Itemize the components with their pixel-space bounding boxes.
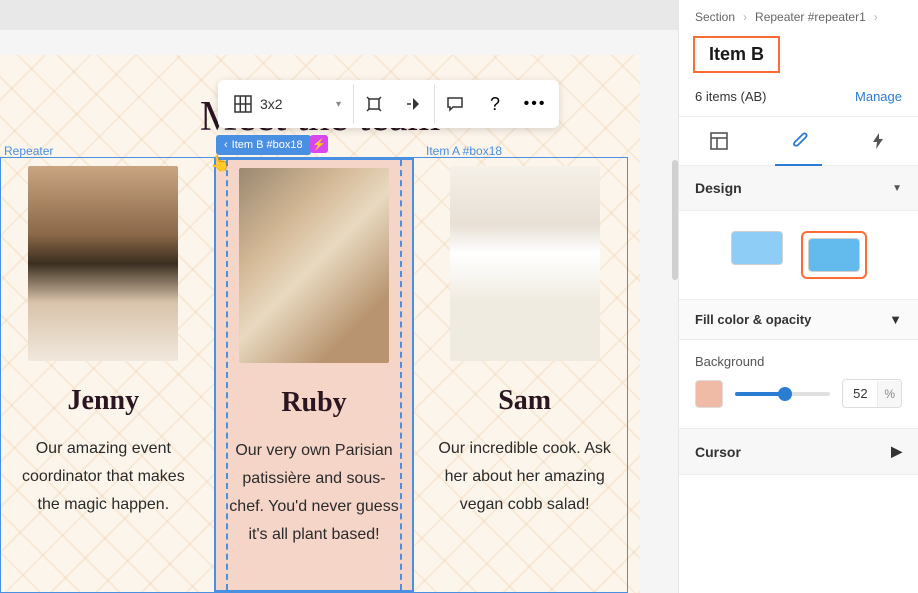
chevron-down-icon: ▼ <box>889 312 902 327</box>
manage-items-link[interactable]: Manage <box>855 89 902 104</box>
team-desc[interactable]: Our amazing event coordinator that makes… <box>11 435 196 519</box>
grid-icon <box>234 95 252 113</box>
fill-section-header[interactable]: Fill color & opacity ▼ <box>679 299 918 340</box>
repeater-item-ruby[interactable]: 👆 Ruby Our very own Parisian patissière … <box>214 158 415 592</box>
team-name[interactable]: Ruby <box>281 387 346 419</box>
layout-icon <box>709 131 729 151</box>
more-button[interactable]: ••• <box>515 84 555 124</box>
selection-tag-item-a[interactable]: Item A #box18 <box>426 144 502 158</box>
tab-interactions[interactable] <box>838 117 918 165</box>
chevron-down-icon: ▼ <box>892 183 902 194</box>
pointer-cursor-icon: 👆 <box>208 152 231 175</box>
design-label: Design <box>695 180 742 196</box>
editor-canvas: Meet the team Repeater ‹ Item B #box18 ⚡… <box>0 0 678 593</box>
slider-thumb[interactable] <box>778 387 792 401</box>
team-photo[interactable] <box>28 166 178 361</box>
animation-icon <box>404 95 424 113</box>
repeater-item-jenny[interactable]: Jenny Our amazing event coordinator that… <box>5 158 202 592</box>
cursor-section-header[interactable]: Cursor ▶ <box>679 428 918 475</box>
cursor-label: Cursor <box>695 444 741 460</box>
opacity-slider[interactable] <box>735 392 830 396</box>
preset-swatch-selected-frame <box>801 231 867 279</box>
breadcrumb-repeater[interactable]: Repeater #repeater1 <box>755 10 866 24</box>
team-desc[interactable]: Our very own Parisian patissière and sou… <box>222 437 407 549</box>
repeater-outline[interactable]: Jenny Our amazing event coordinator that… <box>0 157 628 593</box>
animation-button[interactable] <box>394 84 434 124</box>
inspector-panel: Section › Repeater #repeater1 › Item B 6… <box>678 0 918 593</box>
team-photo[interactable] <box>239 168 389 363</box>
chevron-down-icon: ▾ <box>336 99 341 110</box>
background-label: Background <box>695 354 902 369</box>
preset-swatch-2[interactable] <box>808 238 860 272</box>
background-color-swatch[interactable] <box>695 380 723 408</box>
help-icon: ? <box>490 94 500 115</box>
preset-swatch-1[interactable] <box>731 231 783 265</box>
grid-layout-selector[interactable]: 3x2 ▾ <box>222 84 354 124</box>
more-icon: ••• <box>524 95 547 113</box>
items-count: 6 items (AB) <box>695 89 767 104</box>
selected-item-title: Item B <box>693 36 780 73</box>
opacity-unit: % <box>877 381 901 407</box>
fill-label: Fill color & opacity <box>695 312 811 327</box>
floating-toolbar: 3x2 ▾ ? ••• <box>218 80 559 128</box>
chevron-right-icon: › <box>874 10 878 24</box>
repeater-label[interactable]: Repeater <box>4 144 53 158</box>
design-section-header[interactable]: Design ▼ <box>679 166 918 211</box>
tab-layout[interactable] <box>679 117 759 165</box>
chevron-right-icon: ▶ <box>891 443 902 460</box>
breadcrumb-section[interactable]: Section <box>695 10 735 24</box>
team-name[interactable]: Jenny <box>68 385 140 417</box>
stretch-icon <box>365 95 383 113</box>
comment-button[interactable] <box>435 84 475 124</box>
stretch-button[interactable] <box>354 84 394 124</box>
grid-value: 3x2 <box>260 96 320 112</box>
chevron-right-icon: › <box>743 10 747 24</box>
comment-icon <box>446 95 464 113</box>
repeater-item-sam[interactable]: Sam Our incredible cook. Ask her about h… <box>426 158 623 592</box>
background-control: Background 52 % <box>679 340 918 428</box>
preset-swatches <box>679 211 918 299</box>
selection-tag-item-b[interactable]: ‹ Item B #box18 <box>216 135 311 155</box>
team-photo[interactable] <box>450 166 600 361</box>
opacity-value[interactable]: 52 <box>843 380 877 407</box>
selection-tag-text: Item B #box18 <box>232 139 303 151</box>
opacity-input[interactable]: 52 % <box>842 379 902 408</box>
breadcrumb[interactable]: Section › Repeater #repeater1 › <box>679 0 918 34</box>
interactions-badge[interactable]: ⚡ <box>310 135 328 153</box>
help-button[interactable]: ? <box>475 84 515 124</box>
team-name[interactable]: Sam <box>498 385 551 417</box>
brush-icon <box>789 131 809 151</box>
tab-design[interactable] <box>759 117 839 165</box>
team-desc[interactable]: Our incredible cook. Ask her about her a… <box>432 435 617 519</box>
inspector-tabs <box>679 117 918 166</box>
editor-chrome-top <box>0 0 678 30</box>
page-section[interactable]: Meet the team Repeater ‹ Item B #box18 ⚡… <box>0 55 640 593</box>
bolt-icon <box>868 131 888 151</box>
